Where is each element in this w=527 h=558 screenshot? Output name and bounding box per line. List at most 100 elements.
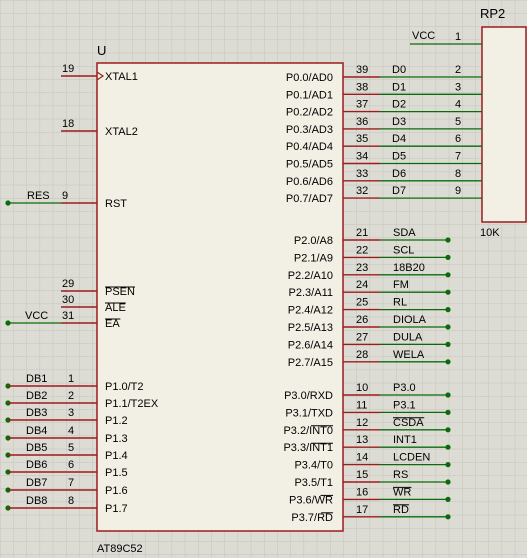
- net-label-rs: RS: [393, 469, 408, 481]
- net-label-vcc: VCC: [25, 310, 48, 322]
- pin-number-22: 22: [356, 244, 368, 256]
- pin-number-28: 28: [356, 349, 368, 361]
- pin-name-p2-5-a13: P2.5/A13: [288, 322, 333, 334]
- net-label-db8: DB8: [26, 495, 47, 507]
- pin-name-ale: ALE: [105, 302, 126, 314]
- net-label-18b20: 18B20: [393, 262, 425, 274]
- net-label-p3-1: P3.1: [393, 399, 416, 411]
- pin-number-29: 29: [62, 278, 74, 290]
- pin-name-p1-7: P1.7: [105, 503, 128, 515]
- pin-number-39: 39: [356, 64, 368, 76]
- net-label-lcden: LCDEN: [393, 452, 430, 464]
- pin-number-21: 21: [356, 227, 368, 239]
- junction-dot: [445, 392, 451, 398]
- rp2-pin-number-5: 5: [455, 116, 461, 128]
- net-label-int1: INT1: [393, 434, 417, 446]
- net-label-csda: CSDA: [393, 417, 424, 429]
- pin-name-p1-2: P1.2: [105, 415, 128, 427]
- rp2-pin-number-6: 6: [455, 133, 461, 145]
- pin-name-p1-4: P1.4: [105, 450, 128, 462]
- pin-number-2: 2: [68, 390, 74, 402]
- pin-name-p0-7-ad7: P0.7/AD7: [286, 193, 333, 205]
- pin-name-p1-0-t2: P1.0/T2: [105, 381, 144, 393]
- junction-dot: [445, 272, 451, 278]
- junction-dot: [445, 462, 451, 468]
- pin-name-xtal2: XTAL2: [105, 126, 138, 138]
- rp2-pin-number-8: 8: [455, 168, 461, 180]
- net-label-db3: DB3: [26, 407, 47, 419]
- pin-number-7: 7: [68, 477, 74, 489]
- net-label-db2: DB2: [26, 390, 47, 402]
- pin-name-p0-6-ad6: P0.6/AD6: [286, 176, 333, 188]
- pin-number-32: 32: [356, 185, 368, 197]
- pin-name-p3-7-rd: P3.7/RD: [291, 512, 333, 524]
- junction-dot: [445, 444, 451, 450]
- pin-number-36: 36: [356, 116, 368, 128]
- pin-number-5: 5: [68, 442, 74, 454]
- pin-number-11: 11: [356, 399, 367, 411]
- pin-number-17: 17: [356, 504, 368, 516]
- pin-name-p2-7-a15: P2.7/A15: [288, 357, 333, 369]
- junction-dot: [5, 320, 11, 326]
- net-label-d4: D4: [392, 133, 406, 145]
- pin-name-p0-2-ad2: P0.2/AD2: [286, 107, 333, 119]
- pin-number-12: 12: [356, 417, 368, 429]
- net-label-d5: D5: [392, 151, 406, 163]
- pin-number-15: 15: [356, 469, 368, 481]
- net-label-db5: DB5: [26, 442, 47, 454]
- rp2-value-label: 10K: [480, 227, 500, 239]
- net-label-db1: DB1: [26, 373, 47, 385]
- pin-name-p3-5-t1: P3.5/T1: [294, 477, 333, 489]
- junction-dot: [445, 427, 451, 433]
- net-label-res: RES: [27, 190, 50, 202]
- net-label-dula: DULA: [393, 331, 423, 343]
- pin-name-p2-2-a10: P2.2/A10: [288, 270, 333, 282]
- junction-dot: [445, 496, 451, 502]
- pin-name-p0-0-ad0: P0.0/AD0: [286, 72, 333, 84]
- pin-number-14: 14: [356, 452, 368, 464]
- junction-dot: [5, 200, 11, 206]
- junction-dot: [445, 307, 451, 313]
- junction-dot: [445, 289, 451, 295]
- pin-number-31: 31: [62, 310, 74, 322]
- net-label-db6: DB6: [26, 459, 47, 471]
- rp2-pin-number-1: 1: [455, 31, 461, 43]
- net-label-wr: WR: [393, 486, 411, 498]
- rp2-ref-label: RP2: [480, 6, 505, 21]
- net-label-rl: RL: [393, 297, 407, 309]
- pin-name-xtal1: XTAL1: [105, 71, 138, 83]
- pin-name-p0-1-ad1: P0.1/AD1: [286, 89, 333, 101]
- junction-dot: [445, 341, 451, 347]
- pin-name-rst: RST: [105, 198, 127, 210]
- pin-number-6: 6: [68, 459, 74, 471]
- pin-number-30: 30: [62, 294, 74, 306]
- junction-dot: [445, 479, 451, 485]
- pin-name-p0-3-ad3: P0.3/AD3: [286, 124, 333, 136]
- pin-number-3: 3: [68, 407, 74, 419]
- pin-number-25: 25: [356, 297, 368, 309]
- rp2-pin-number-7: 7: [455, 151, 461, 163]
- junction-dot: [445, 324, 451, 330]
- pin-name-p3-0-rxd: P3.0/RXD: [284, 390, 333, 402]
- net-label-fm: FM: [393, 279, 409, 291]
- pin-name-p2-1-a9: P2.1/A9: [294, 252, 333, 264]
- pin-number-8: 8: [68, 495, 74, 507]
- pin-number-1: 1: [68, 373, 74, 385]
- pin-number-9: 9: [62, 190, 68, 202]
- pin-number-38: 38: [356, 81, 368, 93]
- pin-name-p1-1-t2ex: P1.1/T2EX: [105, 398, 159, 410]
- pin-name-p0-4-ad4: P0.4/AD4: [286, 141, 333, 153]
- pin-number-35: 35: [356, 133, 368, 145]
- net-label-d2: D2: [392, 99, 406, 111]
- net-label-d0: D0: [392, 64, 406, 76]
- pin-number-10: 10: [356, 382, 368, 394]
- junction-dot: [445, 409, 451, 415]
- pin-name-p3-3-int1: P3.3/INT1: [283, 442, 333, 454]
- pin-name-p2-4-a12: P2.4/A12: [288, 305, 333, 317]
- pin-number-26: 26: [356, 314, 368, 326]
- net-label-rp2-vcc: VCC: [412, 30, 435, 42]
- rp2-pin-number-4: 4: [455, 99, 461, 111]
- rp2-pin-number-2: 2: [455, 64, 461, 76]
- rp2-body[interactable]: [481, 26, 527, 223]
- net-label-rd: RD: [393, 504, 409, 516]
